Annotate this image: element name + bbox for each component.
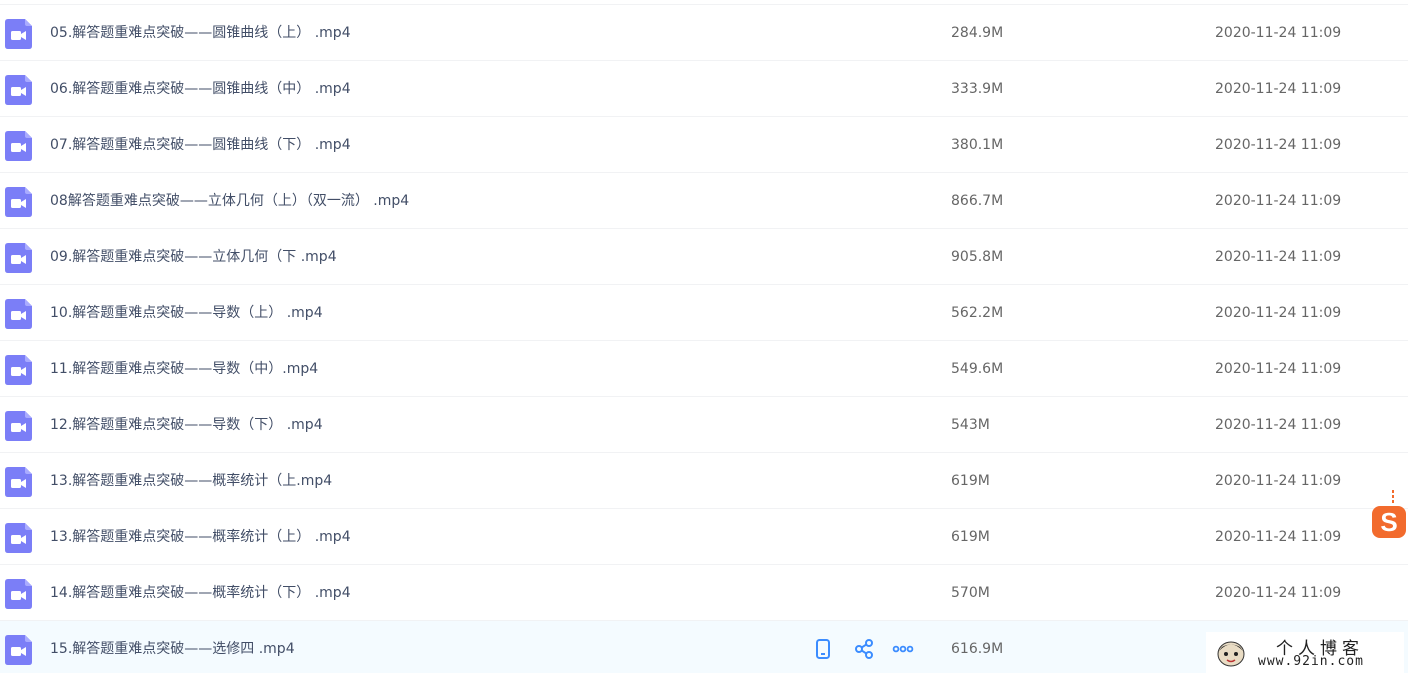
file-row[interactable]: 13.解答题重难点突破——概率统计（上.mp4 619M 2020-11-24 11… bbox=[0, 453, 1408, 509]
file-size: 616.9M bbox=[951, 641, 1004, 657]
video-file-icon bbox=[5, 299, 32, 329]
video-file-icon bbox=[5, 523, 32, 553]
video-file-icon bbox=[5, 131, 32, 161]
watermark-url: www.92in.com bbox=[1258, 654, 1364, 669]
file-name[interactable]: 08解答题重难点突破——立体几何（上）（双一流） .mp4 bbox=[50, 173, 409, 229]
video-file-icon bbox=[5, 19, 32, 49]
file-modified-time: 2020-11-24 11:09 bbox=[1215, 305, 1342, 321]
blog-watermark: 个人博客 www.92in.com bbox=[1206, 632, 1404, 674]
file-row[interactable]: 08解答题重难点突破——立体几何（上）（双一流） .mp4 866.7M 2020-… bbox=[0, 173, 1408, 229]
file-list: 05.解答题重难点突破——圆锥曲线（上） .mp4 284.9M 2020-11-2… bbox=[0, 0, 1408, 673]
file-name[interactable]: 06.解答题重难点突破——圆锥曲线（中） .mp4 bbox=[50, 61, 351, 117]
file-row[interactable]: 09.解答题重难点突破——立体几何（下 .mp4 905.8M 2020-11-24… bbox=[0, 229, 1408, 285]
file-name[interactable]: 07.解答题重难点突破——圆锥曲线（下） .mp4 bbox=[50, 117, 351, 173]
video-file-icon bbox=[5, 411, 32, 441]
file-modified-time: 2020-11-24 11:09 bbox=[1215, 473, 1342, 489]
file-name[interactable]: 05.解答题重难点突破——圆锥曲线（上） .mp4 bbox=[50, 5, 351, 61]
file-name[interactable]: 09.解答题重难点突破——立体几何（下 .mp4 bbox=[50, 229, 337, 285]
file-modified-time: 2020-11-24 11:09 bbox=[1215, 25, 1342, 41]
file-modified-time: 2020-11-24 11:09 bbox=[1215, 193, 1342, 209]
file-name[interactable]: 13.解答题重难点突破——概率统计（上） .mp4 bbox=[50, 509, 351, 565]
file-size: 549.6M bbox=[951, 361, 1004, 377]
file-size: 905.8M bbox=[951, 249, 1004, 265]
file-name[interactable]: 10.解答题重难点突破——导数（上） .mp4 bbox=[50, 285, 323, 341]
file-size: 619M bbox=[951, 529, 990, 545]
file-modified-time: 2020-11-24 11:09 bbox=[1215, 529, 1342, 545]
file-row[interactable]: 13.解答题重难点突破——概率统计（上） .mp4 619M 2020-11-24 … bbox=[0, 509, 1408, 565]
video-file-icon bbox=[5, 467, 32, 497]
video-file-icon bbox=[5, 579, 32, 609]
file-size: 619M bbox=[951, 473, 990, 489]
file-size: 543M bbox=[951, 417, 990, 433]
video-file-icon bbox=[5, 243, 32, 273]
file-name[interactable]: 14.解答题重难点突破——概率统计（下） .mp4 bbox=[50, 565, 351, 621]
file-modified-time: 2020-11-24 11:09 bbox=[1215, 137, 1342, 153]
file-row[interactable]: 12.解答题重难点突破——导数（下） .mp4 543M 2020-11-24 11… bbox=[0, 397, 1408, 453]
file-name[interactable]: 11.解答题重难点突破——导数（中）.mp4 bbox=[50, 341, 318, 397]
file-row[interactable]: 15.解答题重难点突破——选修四 .mp4 616.9M bbox=[0, 621, 1408, 673]
file-modified-time: 2020-11-24 11:09 bbox=[1215, 361, 1342, 377]
video-file-icon bbox=[5, 635, 32, 665]
file-size: 866.7M bbox=[951, 193, 1004, 209]
file-modified-time: 2020-11-24 11:09 bbox=[1215, 81, 1342, 97]
video-file-icon bbox=[5, 187, 32, 217]
more-icon[interactable] bbox=[892, 638, 914, 660]
file-row[interactable]: 10.解答题重难点突破——导数（上） .mp4 562.2M 2020-11-24 … bbox=[0, 285, 1408, 341]
file-name[interactable]: 13.解答题重难点突破——概率统计（上.mp4 bbox=[50, 453, 332, 509]
file-modified-time: 2020-11-24 11:09 bbox=[1215, 417, 1342, 433]
svg-text:S: S bbox=[1380, 507, 1397, 537]
file-row[interactable]: 07.解答题重难点突破——圆锥曲线（下） .mp4 380.1M 2020-11-2… bbox=[0, 117, 1408, 173]
file-row[interactable]: 06.解答题重难点突破——圆锥曲线（中） .mp4 333.9M 2020-11-2… bbox=[0, 61, 1408, 117]
file-modified-time: 2020-11-24 11:09 bbox=[1215, 585, 1342, 601]
file-name[interactable]: 15.解答题重难点突破——选修四 .mp4 bbox=[50, 621, 295, 677]
file-size: 570M bbox=[951, 585, 990, 601]
sogou-s-icon[interactable]: S bbox=[1370, 490, 1408, 542]
video-file-icon bbox=[5, 355, 32, 385]
video-file-icon bbox=[5, 75, 32, 105]
file-row[interactable]: 11.解答题重难点突破——导数（中）.mp4 549.6M 2020-11-24 1… bbox=[0, 341, 1408, 397]
avatar-face-icon bbox=[1217, 641, 1245, 667]
file-row[interactable]: 14.解答题重难点突破——概率统计（下） .mp4 570M 2020-11-24 … bbox=[0, 565, 1408, 621]
file-modified-time: 2020-11-24 11:09 bbox=[1215, 249, 1342, 265]
file-size: 284.9M bbox=[951, 25, 1004, 41]
share-icon[interactable] bbox=[853, 638, 875, 660]
file-name[interactable]: 12.解答题重难点突破——导数（下） .mp4 bbox=[50, 397, 323, 453]
file-size: 380.1M bbox=[951, 137, 1004, 153]
file-size: 333.9M bbox=[951, 81, 1004, 97]
file-row[interactable]: 05.解答题重难点突破——圆锥曲线（上） .mp4 284.9M 2020-11-2… bbox=[0, 5, 1408, 61]
file-size: 562.2M bbox=[951, 305, 1004, 321]
phone-icon[interactable] bbox=[812, 638, 834, 660]
